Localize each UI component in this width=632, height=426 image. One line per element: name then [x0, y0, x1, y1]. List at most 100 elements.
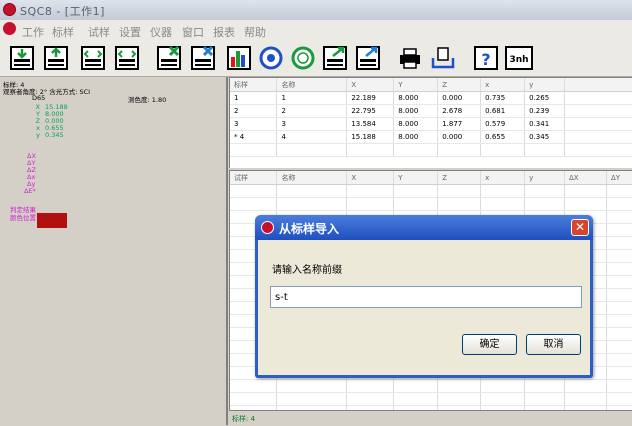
table-cell[interactable]: 0.000: [437, 130, 482, 144]
table-cell[interactable]: 2.678: [437, 104, 482, 118]
column-header[interactable]: 名称: [276, 78, 348, 92]
menu-help[interactable]: 帮助: [244, 24, 266, 40]
import-up-icon[interactable]: [43, 44, 69, 72]
ok-button[interactable]: 确定: [462, 334, 517, 355]
target-blue-icon[interactable]: [258, 44, 284, 72]
table-cell[interactable]: 0.345: [524, 130, 566, 144]
svg-text:3nh: 3nh: [509, 55, 528, 65]
menu-window[interactable]: 窗口: [182, 24, 204, 40]
column-header[interactable]: y: [524, 78, 566, 92]
column-header[interactable]: 名称: [276, 171, 348, 185]
table-cell[interactable]: 0.655: [480, 130, 526, 144]
table-cell[interactable]: 0.341: [524, 117, 566, 131]
dialog-title-bar[interactable]: 从标样导入 ✕: [255, 215, 593, 240]
menu-instrument[interactable]: 仪器: [150, 24, 172, 40]
table-cell[interactable]: 0.579: [480, 117, 526, 131]
toolbar: ? 3nh: [0, 40, 632, 77]
column-header[interactable]: 试样: [230, 171, 278, 185]
table-cell-empty: [564, 91, 632, 105]
table-cell[interactable]: 0.265: [524, 91, 566, 105]
table-cell[interactable]: 1.877: [437, 117, 482, 131]
table-cell[interactable]: 22.795: [346, 104, 395, 118]
bar-chart-icon[interactable]: [226, 44, 252, 72]
app-logo-icon: [261, 221, 274, 234]
target-green-icon[interactable]: [290, 44, 316, 72]
document-icon[interactable]: [3, 22, 16, 35]
table-cell[interactable]: 1: [230, 91, 278, 105]
table-row[interactable]: [230, 184, 632, 198]
table-cell[interactable]: 13.584: [346, 117, 395, 131]
table-cell[interactable]: 8.000: [393, 104, 439, 118]
column-header[interactable]: y: [524, 171, 566, 185]
prompt-label: 请输入名称前缀: [272, 265, 342, 276]
column-header[interactable]: x: [480, 171, 526, 185]
table-cell[interactable]: 0.735: [480, 91, 526, 105]
table-row[interactable]: * 4 4 15.188 8.000 0.000 0.655 0.345: [230, 130, 632, 144]
menu-work[interactable]: 工作: [22, 24, 44, 40]
menu-settings[interactable]: 设置: [119, 24, 141, 40]
svg-text:?: ?: [481, 50, 490, 69]
table-row[interactable]: 1 1 22.189 8.000 0.000 0.735 0.265: [230, 91, 632, 105]
table-cell[interactable]: 3: [230, 117, 278, 131]
color-swatch: [37, 213, 67, 228]
column-header[interactable]: Z: [437, 78, 482, 92]
export-icon[interactable]: [322, 44, 348, 72]
menu-bar: 工作 标样 试样 设置 仪器 窗口 报表 帮助: [0, 20, 632, 40]
table-cell[interactable]: 4: [276, 130, 348, 144]
dialog-body: 请输入名称前缀 确定 取消: [258, 240, 590, 375]
table-cell[interactable]: 2: [230, 104, 278, 118]
column-header[interactable]: ΔX: [564, 171, 607, 185]
import-dialog: 从标样导入 ✕ 请输入名称前缀 确定 取消: [255, 215, 593, 378]
table-header-row: 标样 名称 X Y Z x y: [230, 78, 632, 92]
column-header[interactable]: ΔY: [606, 171, 632, 185]
cancel-button[interactable]: 取消: [526, 334, 581, 355]
table-cell-empty: [564, 104, 632, 118]
table-row[interactable]: 2 2 22.795 8.000 2.678 0.681 0.239: [230, 104, 632, 118]
close-button[interactable]: ✕: [571, 219, 589, 236]
table-row[interactable]: [230, 392, 632, 406]
column-header[interactable]: Z: [437, 171, 482, 185]
list-compare-icon[interactable]: [80, 44, 106, 72]
table-cell[interactable]: 0.239: [524, 104, 566, 118]
table-header-row: 试样 名称 X Y Z x y ΔX ΔY: [230, 171, 632, 185]
table-cell[interactable]: 3: [276, 117, 348, 131]
import-down-icon[interactable]: [9, 44, 35, 72]
observer-line: 观察者角度: 2° 含光方式: SCI: [3, 88, 91, 96]
table-row[interactable]: [230, 143, 632, 157]
column-header[interactable]: x: [480, 78, 526, 92]
table-cell[interactable]: 0.681: [480, 104, 526, 118]
table-row[interactable]: 3 3 13.584 8.000 1.877 0.579 0.341: [230, 117, 632, 131]
table-cell[interactable]: 8.000: [393, 91, 439, 105]
delete-sample-icon[interactable]: [156, 44, 182, 72]
column-header[interactable]: X: [346, 78, 395, 92]
print-preview-icon[interactable]: [430, 44, 456, 72]
standard-table: 标样 名称 X Y Z x y 1 1 22.189 8.000 0.000 0…: [229, 77, 632, 168]
table-cell[interactable]: 22.189: [346, 91, 395, 105]
table-cell[interactable]: 15.188: [346, 130, 395, 144]
3nh-icon[interactable]: 3nh: [505, 44, 533, 72]
export-alt-icon[interactable]: [355, 44, 381, 72]
table-cell[interactable]: * 4: [230, 130, 278, 144]
table-cell-empty: [564, 130, 632, 144]
table-cell[interactable]: 2: [276, 104, 348, 118]
column-header[interactable]: Y: [393, 78, 439, 92]
value-y: 0.345: [45, 131, 64, 139]
column-header[interactable]: X: [346, 171, 395, 185]
table-row[interactable]: [230, 197, 632, 211]
column-header[interactable]: Y: [393, 171, 439, 185]
table-row[interactable]: [230, 379, 632, 393]
table-cell[interactable]: 1: [276, 91, 348, 105]
table-cell[interactable]: 8.000: [393, 130, 439, 144]
table-cell[interactable]: 8.000: [393, 117, 439, 131]
menu-standard[interactable]: 标样: [52, 24, 74, 40]
menu-report[interactable]: 报表: [213, 24, 235, 40]
menu-sample[interactable]: 试样: [88, 24, 110, 40]
list-compare-alt-icon[interactable]: [114, 44, 140, 72]
column-header[interactable]: 标样: [230, 78, 278, 92]
prefix-input[interactable]: [270, 286, 582, 308]
print-icon[interactable]: [397, 44, 423, 72]
illuminant-label: D65: [32, 94, 46, 102]
delete-standard-icon[interactable]: [190, 44, 216, 72]
table-cell[interactable]: 0.000: [437, 91, 482, 105]
help-icon[interactable]: ?: [473, 44, 499, 72]
